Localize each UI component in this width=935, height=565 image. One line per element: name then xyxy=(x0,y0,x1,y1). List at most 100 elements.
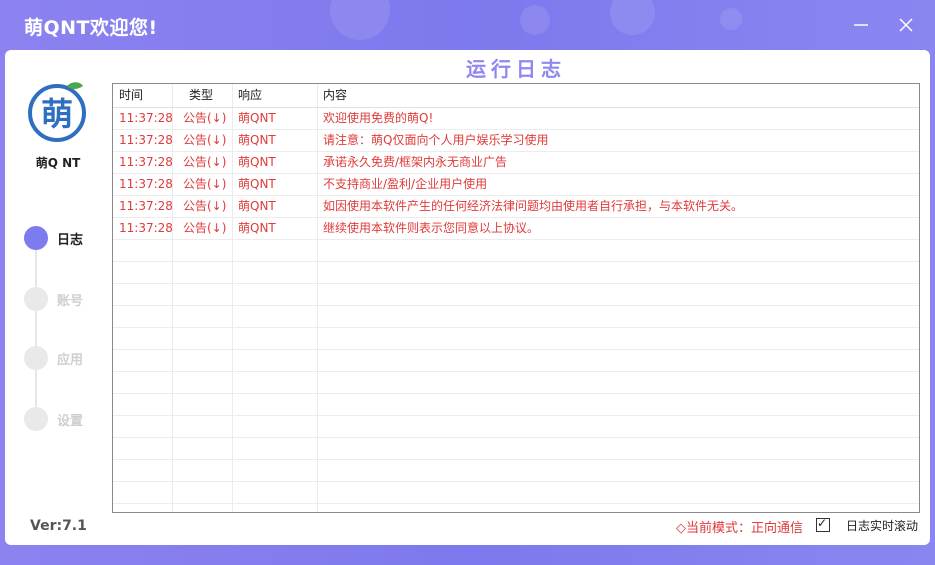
empty-cell xyxy=(173,306,233,327)
nav-item-label: 应用 xyxy=(57,353,84,368)
cell-content: 如因使用本软件产生的任何经济法律问题均由使用者自行承担，与本软件无关。 xyxy=(323,199,744,213)
empty-cell xyxy=(113,284,173,305)
empty-cell xyxy=(233,460,318,481)
cell-response: 萌QNT xyxy=(233,196,318,217)
cell-response: 萌QNT xyxy=(233,108,318,129)
empty-cell xyxy=(173,328,233,349)
nav-dot-icon xyxy=(24,407,48,431)
table-row[interactable]: 11:37:28 公告(↓) 萌QNT 欢迎使用免费的萌Q! xyxy=(113,108,919,130)
decor-bubble xyxy=(330,0,390,40)
empty-cell xyxy=(173,416,233,437)
empty-cell xyxy=(113,306,173,327)
cell-response: 萌QNT xyxy=(233,174,318,195)
cell-time: 11:37:28 xyxy=(113,108,173,129)
empty-table-row xyxy=(113,394,919,416)
cell-time: 11:37:28 xyxy=(113,174,173,195)
empty-cell xyxy=(173,262,233,283)
empty-table-row xyxy=(113,482,919,504)
nav-item-label: 设置 xyxy=(57,414,84,429)
empty-cell xyxy=(113,482,173,503)
nav-item-label: 账号 xyxy=(57,294,84,309)
brand-name: 萌Q NT xyxy=(35,156,81,170)
window-bottom-edge xyxy=(0,545,935,565)
empty-table-row xyxy=(113,416,919,438)
empty-cell xyxy=(173,284,233,305)
empty-cell xyxy=(233,416,318,437)
column-header-type[interactable]: 类型 xyxy=(173,84,233,107)
empty-cell xyxy=(318,284,919,305)
cell-type: 公告(↓) xyxy=(173,196,233,217)
empty-cell xyxy=(233,306,318,327)
nav-item-settings[interactable]: 设置 xyxy=(24,407,104,431)
nav-connector-line xyxy=(35,240,37,420)
empty-cell xyxy=(318,372,919,393)
empty-cell xyxy=(113,240,173,261)
logo-meng-icon: 萌 xyxy=(27,80,89,142)
empty-cell xyxy=(233,438,318,459)
empty-cell xyxy=(233,328,318,349)
window-title: 萌QNT欢迎您! xyxy=(24,17,158,39)
autoscroll-checkbox[interactable]: ✓ xyxy=(816,516,830,532)
minimize-button[interactable] xyxy=(848,12,874,38)
empty-table-row xyxy=(113,460,919,482)
empty-cell xyxy=(318,460,919,481)
empty-cell xyxy=(233,284,318,305)
empty-table-row xyxy=(113,438,919,460)
table-header: 时间 类型 响应 内容 xyxy=(113,84,919,108)
empty-cell xyxy=(233,350,318,371)
cell-content: 请注意：萌Q仅面向个人用户娱乐学习使用 xyxy=(323,133,549,147)
empty-cell xyxy=(233,240,318,261)
empty-table-row xyxy=(113,504,919,512)
nav-dot-icon xyxy=(24,287,48,311)
empty-cell xyxy=(233,372,318,393)
empty-table-row xyxy=(113,262,919,284)
page-title: 运行日志 xyxy=(466,57,566,81)
checkmark-icon: ✓ xyxy=(817,516,828,530)
close-button[interactable] xyxy=(893,12,919,38)
empty-cell xyxy=(173,482,233,503)
empty-cell xyxy=(113,372,173,393)
autoscroll-label[interactable]: 日志实时滚动 xyxy=(846,517,918,534)
empty-cell xyxy=(318,350,919,371)
logo-graphic: 萌 xyxy=(28,82,86,142)
column-header-response[interactable]: 响应 xyxy=(233,84,318,107)
cell-type: 公告(↓) xyxy=(173,218,233,239)
column-header-time[interactable]: 时间 xyxy=(113,84,173,107)
cell-type: 公告(↓) xyxy=(173,174,233,195)
table-row[interactable]: 11:37:28 公告(↓) 萌QNT 如因使用本软件产生的任何经济法律问题均由… xyxy=(113,196,919,218)
nav-item-log[interactable]: 日志 xyxy=(24,226,104,250)
cell-time: 11:37:28 xyxy=(113,218,173,239)
empty-cell xyxy=(318,504,919,512)
table-row[interactable]: 11:37:28 公告(↓) 萌QNT 请注意：萌Q仅面向个人用户娱乐学习使用 xyxy=(113,130,919,152)
empty-cell xyxy=(318,394,919,415)
column-header-content[interactable]: 内容 xyxy=(318,84,919,107)
table-row[interactable]: 11:37:28 公告(↓) 萌QNT 不支持商业/盈利/企业用户使用 xyxy=(113,174,919,196)
empty-cell xyxy=(113,394,173,415)
empty-cell xyxy=(173,438,233,459)
table-row[interactable]: 11:37:28 公告(↓) 萌QNT 承诺永久免费/框架内永无商业广告 xyxy=(113,152,919,174)
empty-cell xyxy=(318,482,919,503)
empty-cell xyxy=(173,504,233,512)
cell-content: 继续使用本软件则表示您同意以上协议。 xyxy=(323,221,540,235)
empty-cell xyxy=(233,504,318,512)
table-row[interactable]: 11:37:28 公告(↓) 萌QNT 继续使用本软件则表示您同意以上协议。 xyxy=(113,218,919,240)
nav-item-apps[interactable]: 应用 xyxy=(24,346,104,370)
empty-cell xyxy=(113,328,173,349)
empty-cell xyxy=(113,416,173,437)
cell-type: 公告(↓) xyxy=(173,108,233,129)
empty-cell xyxy=(113,504,173,512)
empty-cell xyxy=(318,262,919,283)
log-table[interactable]: 时间 类型 响应 内容 11:37:28 公告(↓) 萌QNT 欢迎使用免费的萌… xyxy=(112,83,920,513)
empty-cell xyxy=(113,460,173,481)
empty-cell xyxy=(318,306,919,327)
empty-table-row xyxy=(113,284,919,306)
nav-dot-icon xyxy=(24,226,48,250)
empty-table-row xyxy=(113,350,919,372)
nav-item-account[interactable]: 账号 xyxy=(24,287,104,311)
cell-content: 不支持商业/盈利/企业用户使用 xyxy=(323,177,488,191)
empty-cell xyxy=(233,482,318,503)
svg-text:萌: 萌 xyxy=(41,95,73,133)
empty-table-row xyxy=(113,240,919,262)
empty-cell xyxy=(113,438,173,459)
minimize-icon xyxy=(854,24,868,26)
